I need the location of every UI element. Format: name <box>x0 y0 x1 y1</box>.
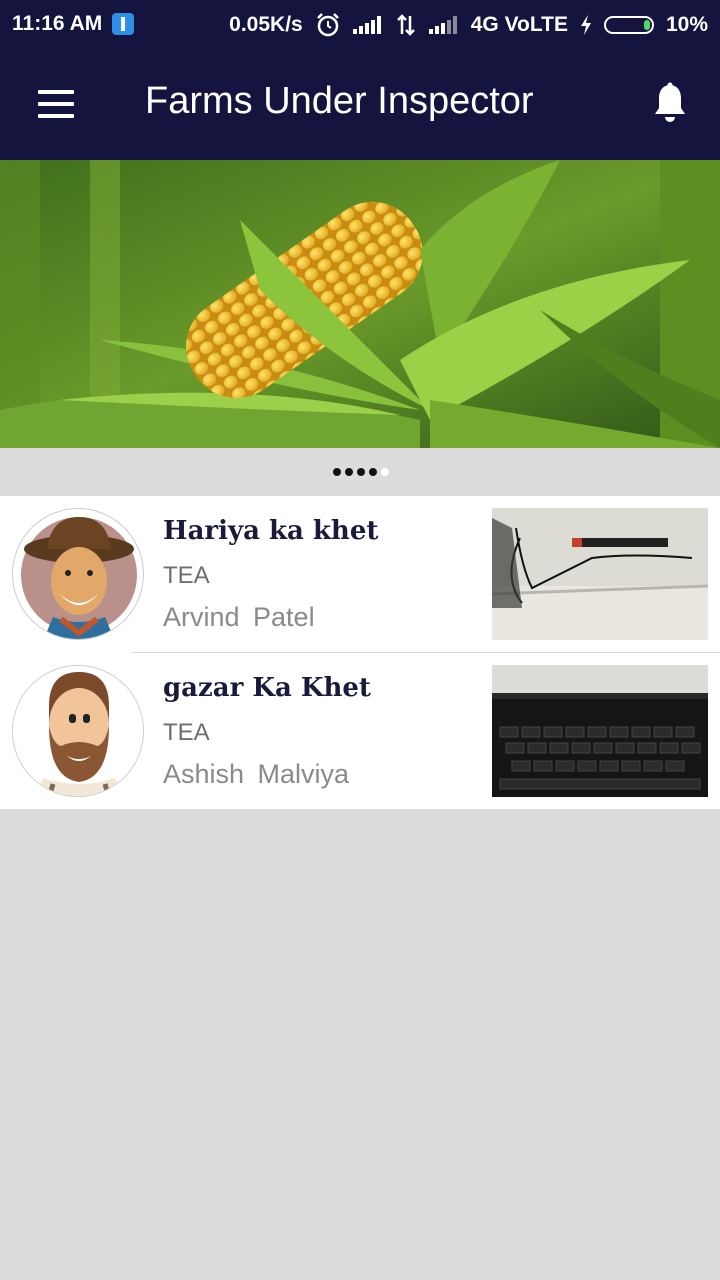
farm-crop: TEA <box>163 719 210 746</box>
farm-owner: Arvind Patel <box>163 602 315 632</box>
alarm-icon <box>316 13 339 37</box>
carousel-dot[interactable] <box>357 468 365 476</box>
carousel-dot[interactable] <box>345 468 353 476</box>
farm-crop: TEA <box>163 562 210 589</box>
farm-photo[interactable] <box>492 508 708 640</box>
network-type: 4G VoLTE <box>470 13 568 36</box>
carousel-dot[interactable] <box>333 468 341 476</box>
charging-icon <box>580 15 591 35</box>
bell-icon[interactable] <box>650 82 690 126</box>
banner-image-corn[interactable] <box>0 160 720 448</box>
carousel-dot[interactable] <box>369 468 377 476</box>
signal-icon <box>352 16 383 34</box>
network-speed: 0.05K/s <box>229 13 303 36</box>
carousel-dot-active[interactable] <box>381 468 389 476</box>
farm-photo-keyboard <box>492 665 708 797</box>
battery-icon <box>603 16 654 34</box>
farmer-avatar <box>12 665 144 797</box>
battery-percent: 10% <box>665 13 708 36</box>
farmer-avatar <box>12 508 144 640</box>
status-bar: 11:16 AM 0.05K/s 4G VoLTE 10% <box>0 0 720 50</box>
corn-image <box>0 160 720 448</box>
farm-list-item[interactable]: gazar Ka Khet TEA Ashish Malviya <box>12 652 720 809</box>
status-time: 11:16 AM <box>12 12 103 35</box>
usb-icon <box>112 13 135 35</box>
data-transfer-icon <box>396 14 415 36</box>
farm-owner: Ashish Malviya <box>163 759 350 789</box>
bearded-man-illustration <box>13 666 143 796</box>
farm-list-item[interactable]: Hariya ka khet TEA Arvind Patel <box>0 496 720 652</box>
farm-photo-wall-cable <box>492 508 708 640</box>
signal-icon-2 <box>428 16 459 34</box>
farm-name: gazar Ka Khet <box>163 673 371 703</box>
farm-name: Hariya ka khet <box>163 516 379 546</box>
farm-photo[interactable] <box>492 665 708 797</box>
farmer-hat-illustration <box>21 517 137 639</box>
farm-list: Hariya ka khet TEA Arvind Patel gazar Ka… <box>0 496 720 809</box>
carousel-indicator <box>0 448 720 496</box>
page-title: Farms Under Inspector <box>145 80 534 122</box>
hamburger-menu-icon[interactable] <box>36 88 76 120</box>
app-bar: Farms Under Inspector <box>0 50 720 160</box>
